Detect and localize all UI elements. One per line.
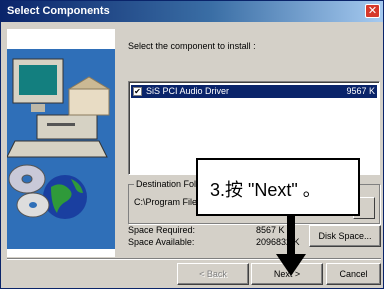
checkbox-icon[interactable]: ✔	[133, 87, 142, 96]
callout-text: 3.按 "Next" 。	[210, 180, 321, 200]
divider	[7, 258, 381, 260]
component-name: SiS PCI Audio Driver	[146, 86, 230, 96]
select-components-dialog: Select Components ✕ Select the component…	[0, 0, 384, 289]
destination-path: C:\Program File	[134, 197, 198, 207]
disk-space-button[interactable]: Disk Space...	[309, 225, 381, 247]
setup-illustration	[7, 29, 115, 257]
globe-icon	[43, 175, 87, 219]
computer-illustration-icon	[7, 29, 115, 257]
window-title: Select Components	[7, 5, 110, 17]
close-icon[interactable]: ✕	[365, 4, 380, 18]
destination-group-title: Destination Fold	[134, 179, 204, 189]
instruction-callout: 3.按 "Next" 。	[196, 158, 360, 216]
title-bar: Select Components ✕	[1, 1, 383, 22]
space-available-label: Space Available:	[128, 237, 195, 247]
arrow-pointer-icon	[276, 214, 306, 276]
back-button[interactable]: < Back	[177, 263, 249, 285]
cancel-button[interactable]: Cancel	[326, 263, 381, 285]
space-required-label: Space Required:	[128, 225, 196, 235]
list-item[interactable]: ✔ SiS PCI Audio Driver 9567 K	[131, 85, 377, 98]
component-prompt: Select the component to install :	[128, 41, 256, 51]
component-size: 9567 K	[346, 86, 375, 96]
